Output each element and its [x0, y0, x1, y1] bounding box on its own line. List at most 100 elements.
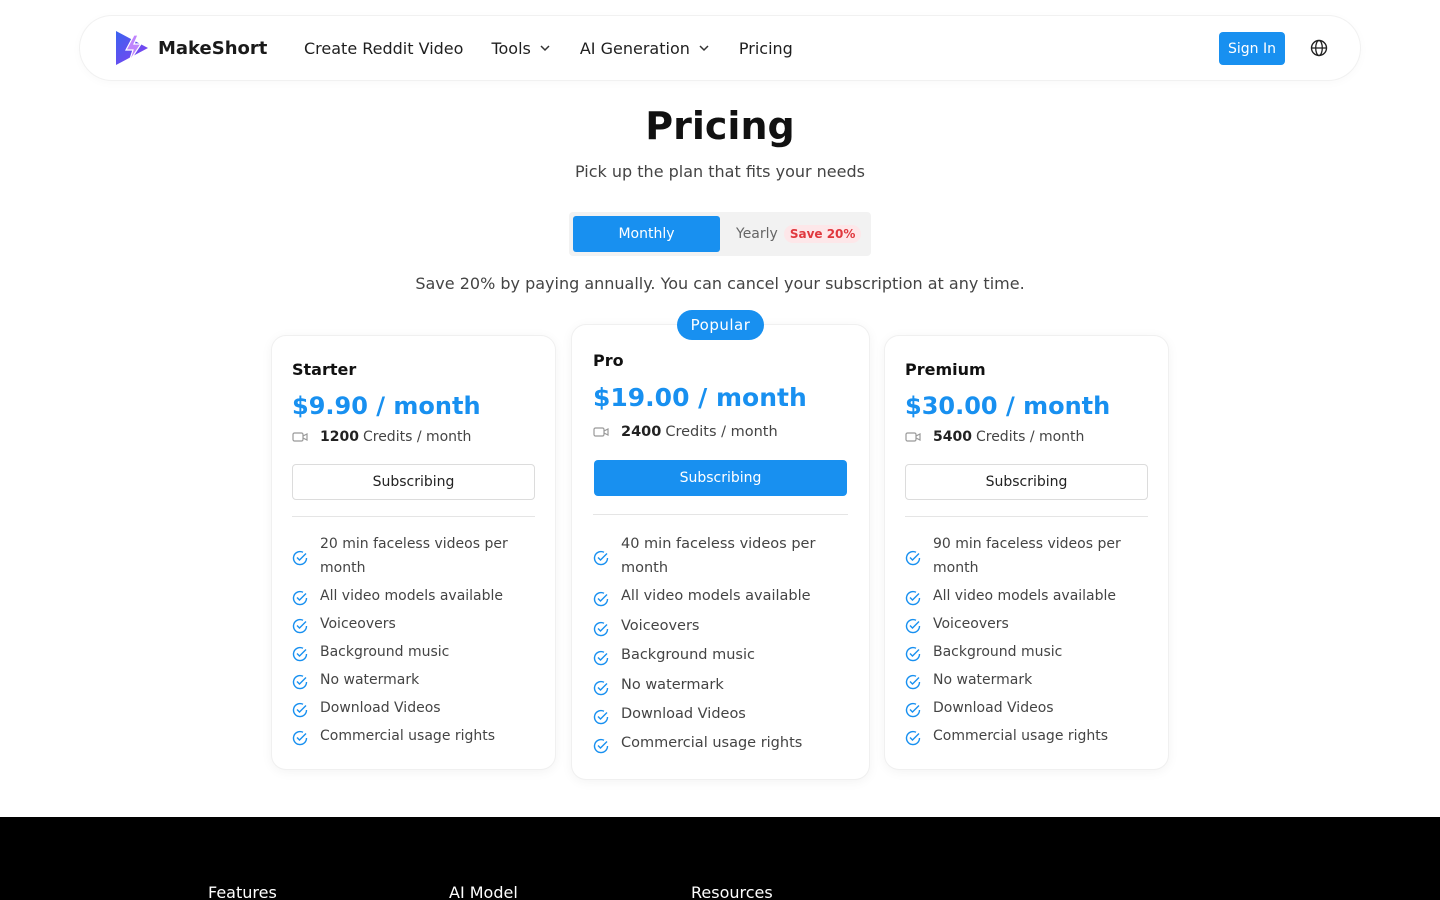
page-title: Pricing [645, 104, 795, 148]
feature-text: All video models available [933, 588, 1117, 604]
check-circle-icon [905, 702, 921, 718]
nav-pricing[interactable]: Pricing [739, 39, 793, 58]
billing-notice: Save 20% by paying annually. You can can… [415, 274, 1025, 293]
credits-amount: 2400 [621, 424, 662, 440]
video-icon [292, 432, 308, 442]
footer-resources-heading[interactable]: Resources [691, 883, 773, 900]
nav-link-label: Create Reddit Video [304, 38, 464, 58]
feature-item: Commercial usage rights [905, 724, 1148, 752]
plan-price: $19.00 / month [593, 383, 807, 412]
footer-ai-model-heading[interactable]: AI Model [449, 883, 518, 900]
popular-badge: Popular [677, 310, 764, 340]
plan-price: $9.90 / month [292, 392, 481, 420]
video-icon [905, 432, 921, 442]
check-circle-icon [593, 709, 609, 724]
feature-text: 20 min faceless videos per month [320, 536, 508, 576]
yearly-tab[interactable]: Yearly Save 20% [736, 216, 862, 252]
feature-text: Voiceovers [621, 618, 700, 634]
feature-text: 90 min faceless videos per month [933, 536, 1121, 576]
feature-item: 20 min faceless videos per month [292, 532, 535, 584]
nav-link-label: Tools [491, 38, 531, 58]
check-circle-icon [905, 674, 921, 690]
check-circle-icon [292, 550, 308, 566]
card-divider [593, 514, 848, 515]
credits-unit: Credits / month [665, 424, 778, 440]
feature-list: 20 min faceless videos per month All vid… [292, 532, 535, 752]
sign-in-button[interactable]: Sign In [1219, 32, 1285, 65]
feature-text: Commercial usage rights [621, 735, 803, 751]
feature-text: Background music [320, 644, 450, 660]
feature-text: All video models available [320, 588, 504, 604]
credits-amount: 1200 [320, 429, 359, 445]
feature-item: All video models available [905, 584, 1148, 612]
check-circle-icon [593, 738, 609, 753]
check-circle-icon [593, 621, 609, 636]
plan-name: Premium [905, 360, 986, 379]
feature-item: Voiceovers [292, 612, 535, 640]
check-circle-icon [292, 646, 308, 662]
feature-text: Voiceovers [320, 616, 396, 632]
plan-card-premium: Premium $30.00 / month 5400 Credits / mo… [885, 336, 1168, 769]
check-circle-icon [905, 590, 921, 606]
plan-credits: 2400 Credits / month [593, 424, 778, 440]
check-circle-icon [593, 650, 609, 666]
subscribe-button[interactable]: Subscribing [905, 464, 1148, 500]
video-icon [593, 427, 609, 437]
feature-item: Voiceovers [593, 614, 848, 643]
feature-text: Commercial usage rights [320, 728, 496, 744]
credits-amount: 5400 [933, 429, 972, 445]
feature-item: Voiceovers [905, 612, 1148, 640]
globe-icon[interactable] [1310, 39, 1328, 57]
feature-item: No watermark [593, 673, 848, 702]
subscribe-button[interactable]: Subscribing [292, 464, 535, 500]
feature-item: All video models available [593, 584, 848, 614]
feature-item: No watermark [292, 668, 535, 696]
check-circle-icon [905, 730, 921, 746]
nav-link-label: Pricing [738, 38, 793, 58]
feature-item: Background music [905, 640, 1148, 668]
footer-features-heading[interactable]: Features [208, 883, 277, 900]
check-circle-icon [292, 702, 308, 718]
check-circle-icon [593, 550, 609, 566]
feature-text: Voiceovers [933, 616, 1009, 632]
feature-item: Download Videos [905, 696, 1148, 724]
feature-text: 40 min faceless videos per month [621, 536, 816, 576]
plan-credits: 1200 Credits / month [292, 429, 471, 445]
check-circle-icon [905, 646, 921, 662]
feature-item: 40 min faceless videos per month [593, 532, 848, 584]
nav-ai-generation-dropdown[interactable]: AI Generation [580, 39, 711, 58]
feature-item: Download Videos [292, 696, 535, 724]
check-circle-icon [292, 590, 308, 606]
plan-name: Starter [292, 360, 357, 379]
feature-item: 90 min faceless videos per month [905, 532, 1148, 584]
feature-item: All video models available [292, 584, 535, 612]
nav-link-label: AI Generation [579, 38, 690, 58]
monthly-tab[interactable]: Monthly [573, 216, 720, 252]
brand-logo[interactable]: MakeShort [114, 29, 267, 67]
feature-text: Background music [621, 647, 755, 663]
chevron-down-icon [540, 45, 550, 52]
check-circle-icon [292, 618, 308, 634]
feature-text: Download Videos [621, 706, 746, 722]
feature-text: Download Videos [933, 700, 1054, 716]
feature-list: 90 min faceless videos per month All vid… [905, 532, 1148, 752]
plan-credits: 5400 Credits / month [905, 429, 1084, 445]
feature-item: Background music [292, 640, 535, 668]
yearly-label: Yearly [736, 226, 778, 242]
feature-text: Commercial usage rights [933, 728, 1109, 744]
feature-item: Commercial usage rights [292, 724, 535, 752]
feature-item: Download Videos [593, 702, 848, 731]
feature-item: Background music [593, 643, 848, 673]
check-circle-icon [905, 550, 921, 566]
plan-price: $30.00 / month [905, 392, 1111, 420]
brand-name: MakeShort [158, 37, 268, 59]
nav-tools-dropdown[interactable]: Tools [491, 39, 551, 58]
feature-text: No watermark [933, 672, 1033, 688]
logo-icon [116, 31, 148, 65]
plan-card-pro: Pro $19.00 / month 2400 Credits / month … [572, 325, 869, 779]
billing-toggle: Monthly Yearly Save 20% [569, 212, 871, 256]
nav-create-reddit-video[interactable]: Create Reddit Video [304, 39, 463, 58]
subscribe-button[interactable]: Subscribing [594, 460, 847, 496]
feature-text: No watermark [621, 677, 724, 693]
card-divider [292, 516, 535, 517]
